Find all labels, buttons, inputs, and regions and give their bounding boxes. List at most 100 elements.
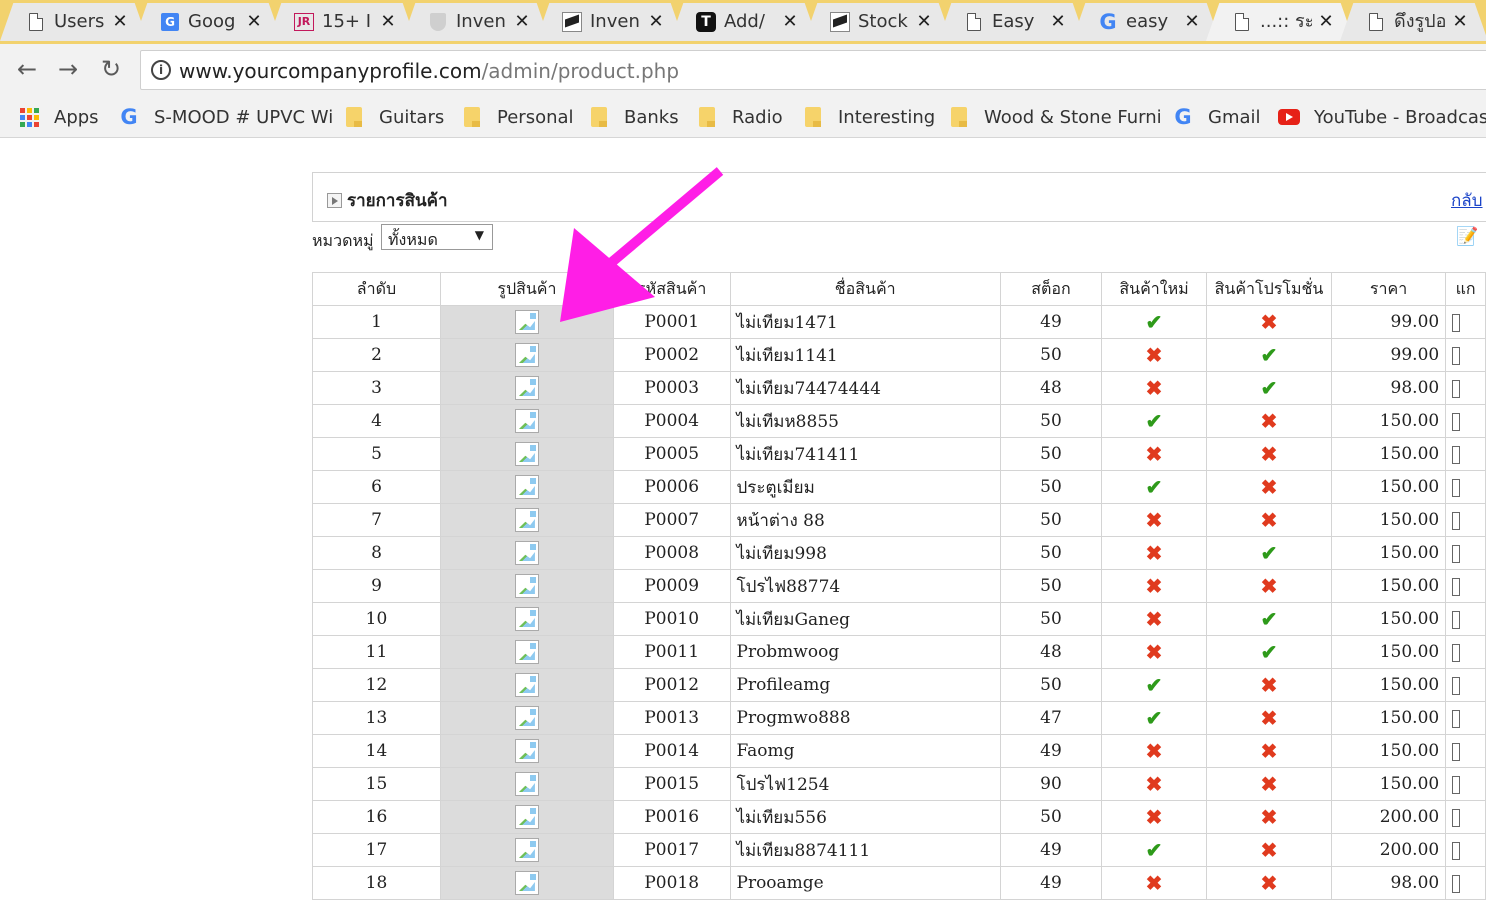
edit-icon[interactable] bbox=[1452, 577, 1461, 596]
edit-icon[interactable] bbox=[1452, 478, 1461, 497]
browser-tab[interactable]: T Add/ ✕ bbox=[670, 3, 818, 41]
category-select[interactable]: ทั้งหมด ▼ bbox=[381, 224, 493, 250]
cross-icon: ✖ bbox=[1260, 805, 1278, 829]
edit-icon[interactable] bbox=[1452, 379, 1461, 398]
browser-tab[interactable]: Inven ✕ bbox=[402, 3, 550, 41]
edit-icon[interactable] bbox=[1452, 412, 1461, 431]
browser-tab[interactable]: ...:: ระบ ✕ bbox=[1206, 3, 1354, 41]
edit-cell[interactable] bbox=[1445, 833, 1486, 867]
close-tab-icon[interactable]: ✕ bbox=[1184, 11, 1200, 33]
edit-cell[interactable] bbox=[1445, 800, 1486, 834]
product-image-cell bbox=[439, 635, 614, 669]
check-icon: ✔ bbox=[1145, 475, 1163, 499]
edit-cell[interactable] bbox=[1445, 470, 1486, 504]
edit-icon[interactable] bbox=[1452, 346, 1461, 365]
google-translate-icon: G bbox=[160, 12, 180, 32]
browser-tab[interactable]: Geasy ✕ bbox=[1072, 3, 1220, 41]
edit-cell[interactable] bbox=[1445, 767, 1486, 801]
check-icon: ✔ bbox=[1260, 607, 1278, 631]
product-name: Probmwoog bbox=[729, 635, 1001, 669]
bookmark-item[interactable]: YouTube - Broadcast bbox=[1278, 104, 1486, 130]
edit-cell[interactable] bbox=[1445, 536, 1486, 570]
product-name: ไม่เทีมห8855 bbox=[729, 404, 1001, 438]
edit-icon[interactable] bbox=[1452, 676, 1461, 695]
edit-cell[interactable] bbox=[1445, 437, 1486, 471]
edit-cell[interactable] bbox=[1445, 866, 1486, 900]
address-bar[interactable]: i www.yourcompanyprofile.com/admin/produ… bbox=[140, 50, 1486, 90]
cross-icon: ✖ bbox=[1260, 442, 1278, 466]
new-status: ✖ bbox=[1100, 536, 1208, 570]
bookmark-item[interactable]: Interesting bbox=[802, 104, 935, 130]
edit-icon[interactable] bbox=[1452, 610, 1461, 629]
close-tab-icon[interactable]: ✕ bbox=[246, 11, 262, 33]
new-status: ✔ bbox=[1100, 668, 1208, 702]
url-text[interactable]: www.yourcompanyprofile.com/admin/product… bbox=[179, 60, 679, 82]
browser-tab[interactable]: JR 15+ I ✕ bbox=[268, 3, 416, 41]
edit-cell[interactable] bbox=[1445, 371, 1486, 405]
back-link[interactable]: กลับ bbox=[1451, 187, 1483, 214]
back-arrow-icon[interactable]: ← bbox=[12, 54, 42, 84]
bookmark-item[interactable]: Wood & Stone Furni bbox=[948, 104, 1162, 130]
edit-icon[interactable] bbox=[1452, 808, 1461, 827]
info-icon[interactable]: i bbox=[151, 60, 171, 80]
folder-icon bbox=[588, 106, 610, 128]
edit-icon[interactable] bbox=[1452, 874, 1461, 893]
edit-icon[interactable] bbox=[1452, 742, 1461, 761]
product-name: ไม่เทียม1471 bbox=[729, 305, 1001, 339]
bookmark-item[interactable]: G S-MOOD # UPVC Wi bbox=[118, 104, 333, 130]
edit-note-icon[interactable]: 📝 bbox=[1456, 226, 1478, 247]
browser-tab[interactable]: Easy ✕ bbox=[938, 3, 1086, 41]
edit-cell[interactable] bbox=[1445, 503, 1486, 537]
close-tab-icon[interactable]: ✕ bbox=[112, 11, 128, 33]
forward-arrow-icon[interactable]: → bbox=[53, 54, 83, 84]
cross-icon: ✖ bbox=[1260, 871, 1278, 895]
edit-cell[interactable] bbox=[1445, 635, 1486, 669]
edit-cell[interactable] bbox=[1445, 734, 1486, 768]
new-status: ✔ bbox=[1100, 404, 1208, 438]
edit-icon[interactable] bbox=[1452, 775, 1461, 794]
edit-cell[interactable] bbox=[1445, 338, 1486, 372]
browser-tab[interactable]: G Goog ✕ bbox=[134, 3, 282, 41]
edit-icon[interactable] bbox=[1452, 544, 1461, 563]
browser-tab[interactable]: Users ✕ bbox=[0, 3, 148, 41]
browser-tab[interactable]: Stock ✕ bbox=[804, 3, 952, 41]
edit-cell[interactable] bbox=[1445, 404, 1486, 438]
cross-icon: ✖ bbox=[1145, 871, 1163, 895]
edit-icon[interactable] bbox=[1452, 511, 1461, 530]
product-stock: 47 bbox=[999, 701, 1102, 735]
browser-tab[interactable]: ดึงรูปอ ✕ bbox=[1340, 3, 1486, 41]
bookmark-item[interactable]: Radio bbox=[696, 104, 783, 130]
close-tab-icon[interactable]: ✕ bbox=[514, 11, 530, 33]
edit-cell[interactable] bbox=[1445, 668, 1486, 702]
cross-icon: ✖ bbox=[1260, 706, 1278, 730]
edit-icon[interactable] bbox=[1452, 709, 1461, 728]
edit-icon[interactable] bbox=[1452, 643, 1461, 662]
edit-icon[interactable] bbox=[1452, 313, 1461, 332]
cross-icon: ✖ bbox=[1145, 640, 1163, 664]
bookmark-item[interactable]: Guitars bbox=[343, 104, 444, 130]
promo-status: ✖ bbox=[1206, 701, 1332, 735]
edit-icon[interactable] bbox=[1452, 445, 1461, 464]
edit-icon[interactable] bbox=[1452, 841, 1461, 860]
bookmark-item[interactable]: Personal bbox=[461, 104, 574, 130]
row-number: 4 bbox=[312, 404, 441, 438]
product-code: P0016 bbox=[612, 800, 731, 834]
bookmark-item[interactable]: Apps bbox=[18, 104, 99, 130]
edit-cell[interactable] bbox=[1445, 569, 1486, 603]
close-tab-icon[interactable]: ✕ bbox=[1452, 11, 1468, 33]
edit-cell[interactable] bbox=[1445, 305, 1486, 339]
close-tab-icon[interactable]: ✕ bbox=[1318, 11, 1334, 33]
bookmark-item[interactable]: Banks bbox=[588, 104, 679, 130]
reload-icon[interactable]: ↻ bbox=[96, 54, 126, 84]
edit-cell[interactable] bbox=[1445, 602, 1486, 636]
close-tab-icon[interactable]: ✕ bbox=[782, 11, 798, 33]
close-tab-icon[interactable]: ✕ bbox=[916, 11, 932, 33]
browser-tab[interactable]: Inven ✕ bbox=[536, 3, 684, 41]
close-tab-icon[interactable]: ✕ bbox=[1050, 11, 1066, 33]
edit-cell[interactable] bbox=[1445, 701, 1486, 735]
product-price: 150.00 bbox=[1330, 470, 1447, 504]
bookmark-item[interactable]: G Gmail bbox=[1172, 104, 1260, 130]
close-tab-icon[interactable]: ✕ bbox=[648, 11, 664, 33]
cross-icon: ✖ bbox=[1260, 409, 1278, 433]
close-tab-icon[interactable]: ✕ bbox=[380, 11, 396, 33]
